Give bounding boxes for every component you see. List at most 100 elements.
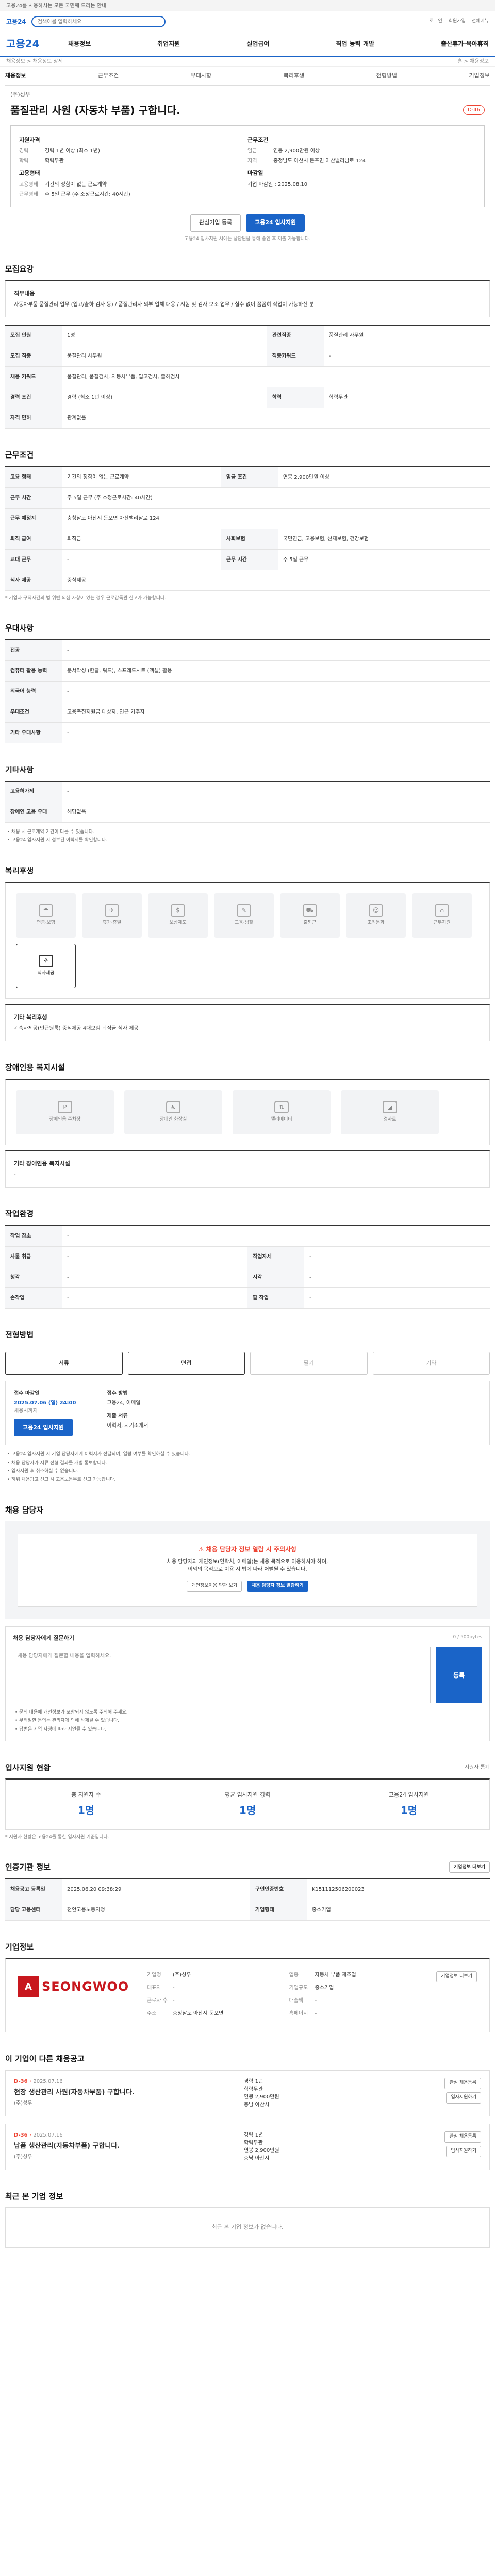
disab-label: 경사로 xyxy=(383,1117,397,1123)
view-contact-button[interactable]: 채용 담당자 정보 열람하기 xyxy=(247,1580,308,1592)
row-value: 퇴직금 xyxy=(62,529,221,550)
disab-label: 장애인용 주차장 xyxy=(49,1117,81,1123)
table-row: 우대조건 고용촉진지원금 대상자, 인근 거주자 xyxy=(5,702,490,723)
row-value: 품질관리 사무원 xyxy=(62,346,267,367)
money-icon: $ xyxy=(171,904,185,917)
row-key: 손작업 xyxy=(5,1287,62,1309)
welfare-label: 보상제도 xyxy=(169,920,187,926)
site-logo[interactable]: 고용24 xyxy=(6,17,26,26)
qa-area: 등록 xyxy=(13,1647,482,1704)
related-job-card[interactable]: D-36 · 2025.07.16 남품 생산관리(자동차부품) 구합니다. (… xyxy=(5,2123,490,2170)
signup-link[interactable]: 회원가입 xyxy=(449,18,466,25)
related-cond: 연봉 2,900만원 xyxy=(244,2147,279,2154)
section-heading: 기업정보 xyxy=(5,1942,34,1952)
welfare-tile: ☺ 조직문화 xyxy=(346,893,406,938)
stat-label: 평균 입사지원 경력 xyxy=(225,1791,270,1799)
footer-space xyxy=(5,2248,490,2279)
related-apply-button[interactable]: 입사지원하기 xyxy=(446,2092,481,2104)
company-info: 기업명 (주)성우 업종 자동차 부품 제조업 대표자 - 기업규모 중소기업 근로자 … xyxy=(147,1971,421,2020)
section-contact-title: 채용 담당자 xyxy=(5,1504,490,1516)
row-value: - xyxy=(62,722,490,743)
warn-line: 이외의 목적으로 이용 시 법에 따라 처벌될 수 있습니다. xyxy=(188,1566,307,1572)
deadline-sub: 채용시까지 xyxy=(14,1408,38,1414)
row-value: - xyxy=(304,1246,490,1267)
breadcrumb-right[interactable]: 홈 > 채용정보 xyxy=(457,58,489,65)
action-row: 관심기업 등록 고용24 입사지원 xyxy=(10,214,485,232)
company-key: 업종 xyxy=(289,1972,299,1978)
related-interest-button[interactable]: 관심 채용등록 xyxy=(444,2077,481,2089)
pref-table: 전공 - 컴퓨터 활용 능력 문서작성 (한글, 워드), 스프레드시트 (엑셀) … xyxy=(5,639,490,743)
gnb-item-leave[interactable]: 출산휴가·육아휴직 xyxy=(441,39,489,48)
welfare-tile-active: ⚘ 식사제공 xyxy=(16,943,76,988)
login-link[interactable]: 로그인 xyxy=(430,18,442,25)
row-key: 식사 제공 xyxy=(5,570,62,591)
related-title[interactable]: 현장 생산관리 사원(자동차부품) 구합니다. xyxy=(14,2088,244,2098)
global-search-input[interactable] xyxy=(31,16,166,27)
related-title[interactable]: 남품 생산관리(자동차부품) 구합니다. xyxy=(14,2141,244,2151)
row-value: 1명 xyxy=(62,325,267,346)
job-title: 품질관리 사원 (자동차 부품) 구합니다. xyxy=(10,104,180,116)
company-more-button[interactable]: 기업정보 더보기 xyxy=(436,1971,477,1983)
company-logo: A SEONGWOO xyxy=(18,1971,131,2002)
all-menu-link[interactable]: 전체메뉴 xyxy=(472,18,489,25)
tab-screening[interactable]: 전형방법 xyxy=(376,72,397,80)
interest-button[interactable]: 관심기업 등록 xyxy=(190,214,241,232)
apply-info: 접수 마감일 2025.07.06 (일) 24:00 채용시까지 고용24 입… xyxy=(5,1381,490,1446)
company-name[interactable]: (주)성우 xyxy=(10,91,485,99)
qa-notes: • 문의 내용에 개인정보가 포함되지 않도록 주의해 주세요. • 부적절한 … xyxy=(13,1708,482,1734)
method-document: 서류 xyxy=(5,1352,123,1375)
table-row: 퇴직 급여 퇴직금 사회보험 국민연금, 고용보험, 산재보험, 건강보험 xyxy=(5,529,490,550)
bus-icon: ⛟ xyxy=(303,904,317,917)
section-welfare-title: 복리후생 xyxy=(5,865,490,877)
gnb-item-benefit[interactable]: 실업급여 xyxy=(246,39,269,48)
row-value: - xyxy=(62,1267,248,1288)
welfare-tile: ⛟ 출퇴근 xyxy=(280,893,340,938)
method-value: 고용24, 이메일 xyxy=(107,1400,141,1406)
info-more-button[interactable]: 기업정보 더보기 xyxy=(449,1861,490,1873)
apply-button-2[interactable]: 고용24 입사지원 xyxy=(14,1419,73,1437)
privacy-terms-button[interactable]: 개인정보이용 약관 보기 xyxy=(187,1580,242,1592)
qa-limit: 0 / 500bytes xyxy=(453,1634,482,1640)
method-label: 접수 방법 xyxy=(107,1391,128,1397)
row-key: 직종키워드 xyxy=(267,346,324,367)
table-row: 전공 - xyxy=(5,639,490,661)
disab-tile: ⇅ 엘리베이터 xyxy=(233,1090,331,1134)
gnb-item-jobs[interactable]: 채용정보 xyxy=(68,39,91,48)
row-value: 2025.06.20 09:38:29 xyxy=(62,1878,250,1900)
row-value: - xyxy=(304,1267,490,1288)
gnb-brand[interactable]: 고용24 xyxy=(6,36,68,52)
section-company-title: 기업정보 xyxy=(5,1941,490,1953)
tab-company[interactable]: 기업정보 xyxy=(469,72,489,80)
apply-button[interactable]: 고용24 입사지원 xyxy=(246,214,305,232)
row-key: 경력 조건 xyxy=(5,387,62,408)
tab-job[interactable]: 채용정보 xyxy=(5,72,26,80)
question-input[interactable] xyxy=(13,1647,431,1704)
gnb-item-support[interactable]: 취업지원 xyxy=(157,39,180,48)
welfare-tile: ⌂ 근무지원 xyxy=(412,893,472,938)
stats-link[interactable]: 지원자 통계 xyxy=(465,1764,490,1771)
related-conditions: 경력 1년 학력무관 연봉 2,900만원 충남 아산시 xyxy=(244,2078,414,2109)
related-interest-button[interactable]: 관심 채용등록 xyxy=(444,2131,481,2143)
row-key: 교대 근무 xyxy=(5,549,62,570)
tab-preferences[interactable]: 우대사항 xyxy=(191,72,211,80)
tab-welfare[interactable]: 복리후생 xyxy=(284,72,304,80)
qa-header: 채용 담당자에게 질문하기 0 / 500bytes xyxy=(13,1634,482,1643)
table-row: 고용 형태 기간의 정함이 없는 근로계약 임금 조건 연봉 2,900만원 이상 xyxy=(5,466,490,488)
related-job-card[interactable]: D-36 · 2025.07.16 현장 생산관리 사원(자동차부품) 구합니다… xyxy=(5,2070,490,2116)
related-apply-button[interactable]: 입사지원하기 xyxy=(446,2145,481,2157)
question-submit-button[interactable]: 등록 xyxy=(436,1647,482,1704)
warn-line: 채용 담당자의 개인정보(연락처, 이메일)는 채용 목적으로 이용하셔야 하며… xyxy=(167,1558,328,1565)
welfare-tile: ☂ 연금·보험 xyxy=(16,893,76,938)
table-row: 고용허가제 - xyxy=(5,781,490,802)
gnb-item-training[interactable]: 직업 능력 개발 xyxy=(336,39,374,48)
section-heading: 우대사항 xyxy=(5,623,34,633)
row-key: 사물 취급 xyxy=(5,1246,62,1267)
tab-conditions[interactable]: 근무조건 xyxy=(98,72,119,80)
welfare-detail: 기타 복리후생 기숙사제공(인근원룸) 중식제공 4대보험 퇴직금 식사 제공 xyxy=(5,1004,490,1042)
company-value: - xyxy=(315,1998,317,2004)
deadline-heading: 마감일 xyxy=(248,170,263,176)
row-key: 학력 xyxy=(267,387,324,408)
row-key: 기업형태 xyxy=(250,1900,307,1921)
table-row: 장애인 고용 우대 해당없음 xyxy=(5,802,490,823)
top-notice-bar: 고용24를 사용하시는 모든 국민께 드리는 안내 xyxy=(0,0,495,11)
